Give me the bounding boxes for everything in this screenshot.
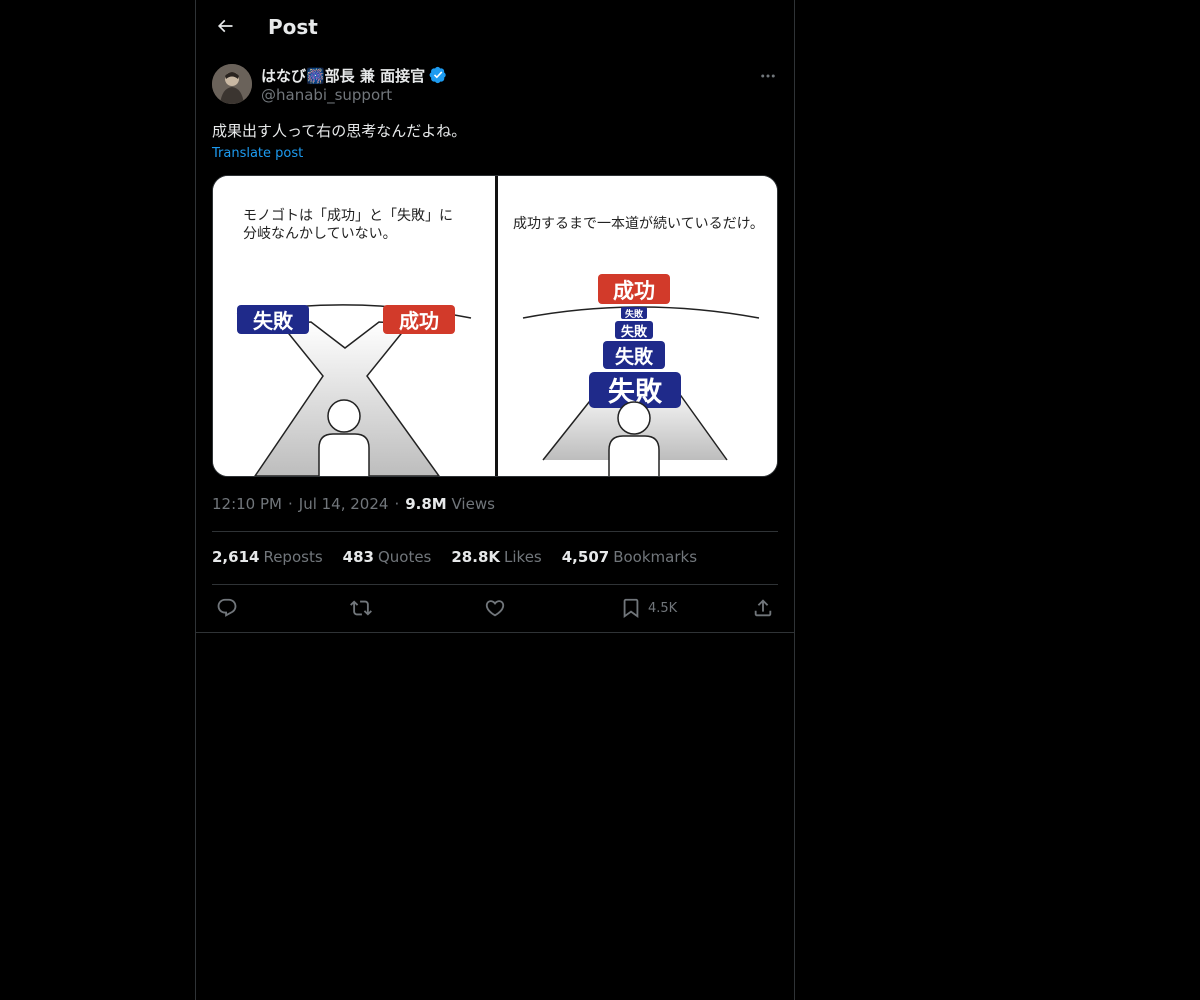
bookmarks-stat[interactable]: 4,507 Bookmarks [562, 548, 697, 566]
back-button[interactable] [208, 9, 242, 43]
translate-post-link[interactable]: Translate post [212, 146, 303, 161]
post-image[interactable]: モノゴトは「成功」と「失敗」に 分岐なんかしていない。 失敗 成功 成功するまで… [212, 175, 778, 477]
reply-icon [216, 597, 238, 619]
divider [212, 531, 778, 532]
post-column: Post はなび🎆部長 兼 面接官 @hanabi_support 成果出す人っ… [195, 0, 795, 1000]
divider [196, 632, 794, 633]
engagement-stats: 2,614 Reposts 483 Quotes 28.8K Likes 4,507 B… [212, 548, 697, 566]
post-meta: 12:10 PM · Jul 14, 2024 · 9.8M Views [212, 495, 495, 513]
right-caption: 成功するまで一本道が続いているだけ。 [513, 215, 764, 232]
reposts-label: Reposts [263, 548, 323, 566]
left-caption-line2: 分岐なんかしていない。 [243, 226, 397, 242]
meta-separator: · [287, 495, 293, 513]
views-count: 9.8M [405, 495, 447, 513]
reposts-stat[interactable]: 2,614 Reposts [212, 548, 323, 566]
divider [212, 584, 778, 585]
more-options-button[interactable] [758, 66, 778, 86]
heart-icon [484, 597, 506, 619]
post-text: 成果出す人って右の思考なんだよね。 [212, 122, 467, 140]
success-label-right: 成功 [613, 279, 655, 303]
reposts-count: 2,614 [212, 548, 260, 566]
success-label-left: 成功 [399, 309, 439, 333]
page-title: Post [268, 15, 318, 39]
image-divider [495, 176, 498, 476]
post-time[interactable]: 12:10 PM [212, 495, 282, 513]
bookmarks-count: 4,507 [561, 548, 610, 566]
repost-button[interactable] [350, 597, 372, 619]
bookmark-count: 4.5K [648, 600, 678, 616]
quotes-stat[interactable]: 483 Quotes [343, 548, 432, 566]
author-handle[interactable]: @hanabi_support [261, 86, 392, 104]
arrow-left-icon [215, 16, 235, 36]
left-caption-line1: モノゴトは「成功」と「失敗」に [243, 207, 453, 224]
author-name-row: はなび🎆部長 兼 面接官 [261, 65, 447, 85]
verified-badge-icon[interactable] [429, 66, 447, 84]
page-header: Post [196, 0, 794, 53]
share-button[interactable] [752, 597, 774, 619]
repost-icon [350, 597, 372, 619]
bookmark-icon [620, 597, 642, 619]
share-icon [752, 597, 774, 619]
quotes-count: 483 [342, 548, 374, 566]
like-button[interactable] [484, 597, 506, 619]
likes-stat[interactable]: 28.8K Likes [451, 548, 541, 566]
fail-label-left: 失敗 [253, 309, 294, 333]
avatar[interactable] [212, 64, 252, 104]
more-horizontal-icon [759, 67, 777, 85]
fail-label-medium: 失敗 [615, 345, 654, 368]
views-stat[interactable]: 9.8M Views [405, 495, 495, 513]
likes-label: Likes [504, 548, 542, 566]
views-label: Views [451, 495, 495, 513]
reply-button[interactable] [216, 597, 238, 619]
meta-separator: · [394, 495, 400, 513]
quotes-label: Quotes [377, 548, 432, 566]
fail-label-tiny: 失敗 [625, 308, 644, 320]
fail-label-small: 失敗 [621, 324, 648, 340]
bookmarks-label: Bookmarks [613, 548, 698, 566]
author-display-name[interactable]: はなび🎆部長 兼 面接官 [261, 65, 425, 86]
likes-count: 28.8K [451, 548, 501, 566]
post-date[interactable]: Jul 14, 2024 [299, 495, 389, 513]
bookmark-button[interactable]: 4.5K [620, 597, 677, 619]
